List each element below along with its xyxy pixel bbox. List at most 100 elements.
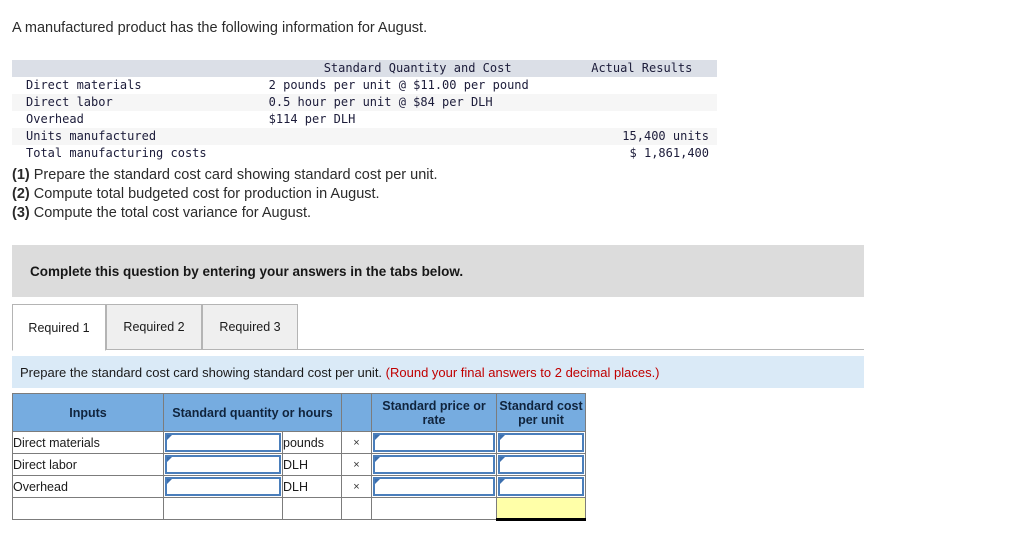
input-box xyxy=(373,477,495,496)
info-row-actual xyxy=(567,77,717,94)
cost-input-overhead[interactable] xyxy=(496,475,586,498)
cost-input-direct-materials[interactable] xyxy=(496,431,586,454)
requirement-instruction-bar: Prepare the standard cost card showing s… xyxy=(12,356,864,388)
info-row-label: Total manufacturing costs xyxy=(26,146,207,160)
total-row-rate-cell xyxy=(371,497,497,520)
input-box xyxy=(498,477,584,496)
input-box xyxy=(165,455,281,474)
answer-table-header-row: Inputs Standard quantity or hours Standa… xyxy=(12,393,586,432)
info-header-standard: Standard Quantity and Cost xyxy=(323,61,512,75)
total-row-operator-cell xyxy=(341,497,372,520)
requirement-item: (2) Compute total budgeted cost for prod… xyxy=(12,185,438,204)
info-row-actual: 15,400 units xyxy=(622,129,709,143)
info-row-actual xyxy=(567,111,717,128)
info-row-standard: $114 per DLH xyxy=(268,112,356,126)
info-row-standard: 2 pounds per unit @ $11.00 per pound xyxy=(268,78,529,92)
requirement-item: (3) Compute the total cost variance for … xyxy=(12,204,438,223)
cell-corner-flag-icon xyxy=(167,435,172,440)
info-row-standard xyxy=(269,145,567,162)
tab-required-3[interactable]: Required 3 xyxy=(202,304,298,350)
header-spacer xyxy=(341,393,372,432)
header-standard-rate: Standard price or rate xyxy=(371,393,497,432)
cell-corner-flag-icon xyxy=(500,479,505,484)
header-inputs: Inputs xyxy=(12,393,164,432)
total-row-label xyxy=(12,497,164,520)
header-standard-cost: Standard cost per unit xyxy=(496,393,586,432)
requirement-text: Compute the total cost variance for Augu… xyxy=(29,205,312,221)
input-box xyxy=(498,433,584,452)
page-intro-text: A manufactured product has the following… xyxy=(12,20,428,36)
answer-table-row: Direct materials pounds × xyxy=(12,431,586,454)
info-row-standard xyxy=(269,128,567,145)
rounding-note: (Round your final answers to 2 decimal p… xyxy=(385,364,660,380)
tab-bar-rule xyxy=(12,349,864,350)
row-label-direct-labor: Direct labor xyxy=(12,453,164,476)
row-label-direct-materials: Direct materials xyxy=(12,431,164,454)
cell-corner-flag-icon xyxy=(500,435,505,440)
info-header-actual: Actual Results xyxy=(591,61,693,75)
answer-table-row: Overhead DLH × xyxy=(12,475,586,498)
total-row-quantity-cell xyxy=(163,497,283,520)
cell-corner-flag-icon xyxy=(375,457,380,462)
complete-question-text: Complete this question by entering your … xyxy=(30,263,464,279)
uom-direct-labor: DLH xyxy=(282,453,342,476)
standard-cost-card-table: Inputs Standard quantity or hours Standa… xyxy=(12,393,586,521)
rate-input-direct-labor[interactable] xyxy=(371,453,497,476)
answer-table-total-row xyxy=(12,497,586,521)
info-table-row: Direct labor 0.5 hour per unit @ $84 per… xyxy=(12,94,717,111)
tab-required-2-label: Required 2 xyxy=(123,320,185,334)
requirement-number: (3) xyxy=(12,205,30,221)
info-row-actual: $ 1,861,400 xyxy=(629,146,709,160)
info-row-label: Units manufactured xyxy=(26,129,157,143)
uom-overhead: DLH xyxy=(282,475,342,498)
requirement-item: (1) Prepare the standard cost card showi… xyxy=(12,166,438,185)
requirements-list: (1) Prepare the standard cost card showi… xyxy=(12,166,438,223)
info-table-row: Overhead $114 per DLH xyxy=(12,111,717,128)
tab-required-1-label: Required 1 xyxy=(28,320,90,335)
input-box xyxy=(373,455,495,474)
input-box xyxy=(498,455,584,474)
cell-corner-flag-icon xyxy=(167,457,172,462)
input-box xyxy=(165,433,281,452)
requirement-instruction-wrapper: Prepare the standard cost card showing s… xyxy=(20,365,660,380)
requirement-number: (2) xyxy=(12,186,30,202)
required-tab-bar: Required 1 Required 2 Required 3 xyxy=(12,304,864,352)
input-box xyxy=(165,477,281,496)
info-row-label: Direct labor xyxy=(26,95,113,109)
info-table-row: Total manufacturing costs $ 1,861,400 xyxy=(12,145,717,162)
multiply-operator-icon: × xyxy=(341,431,372,454)
complete-question-banner: Complete this question by entering your … xyxy=(12,245,864,297)
header-standard-quantity: Standard quantity or hours xyxy=(163,393,342,432)
total-row-uom-cell xyxy=(282,497,342,520)
tab-required-3-label: Required 3 xyxy=(219,320,281,334)
info-row-label: Direct materials xyxy=(26,78,142,92)
multiply-operator-icon: × xyxy=(341,475,372,498)
rate-input-overhead[interactable] xyxy=(371,475,497,498)
requirement-instruction-text: Prepare the standard cost card showing s… xyxy=(20,364,386,380)
tab-required-1[interactable]: Required 1 xyxy=(12,304,106,351)
tab-required-2[interactable]: Required 2 xyxy=(106,304,202,350)
input-box xyxy=(373,433,495,452)
total-standard-cost-per-unit xyxy=(496,497,586,521)
info-table-row: Direct materials 2 pounds per unit @ $11… xyxy=(12,77,717,94)
multiply-operator-icon: × xyxy=(341,453,372,476)
info-row-label: Overhead xyxy=(26,112,84,126)
product-info-table: Standard Quantity and Cost Actual Result… xyxy=(12,60,717,162)
answer-table-row: Direct labor DLH × xyxy=(12,453,586,476)
requirement-text: Compute total budgeted cost for producti… xyxy=(29,186,380,202)
cell-corner-flag-icon xyxy=(500,457,505,462)
quantity-input-direct-labor[interactable] xyxy=(163,453,283,476)
cell-corner-flag-icon xyxy=(375,435,380,440)
cell-corner-flag-icon xyxy=(375,479,380,484)
quantity-input-overhead[interactable] xyxy=(163,475,283,498)
info-table-row: Units manufactured 15,400 units xyxy=(12,128,717,145)
cost-input-direct-labor[interactable] xyxy=(496,453,586,476)
row-label-overhead: Overhead xyxy=(12,475,164,498)
info-table-header-row: Standard Quantity and Cost Actual Result… xyxy=(12,60,717,77)
rate-input-direct-materials[interactable] xyxy=(371,431,497,454)
uom-direct-materials: pounds xyxy=(282,431,342,454)
info-row-actual xyxy=(567,94,717,111)
info-row-standard: 0.5 hour per unit @ $84 per DLH xyxy=(268,95,493,109)
cell-corner-flag-icon xyxy=(167,479,172,484)
quantity-input-direct-materials[interactable] xyxy=(163,431,283,454)
